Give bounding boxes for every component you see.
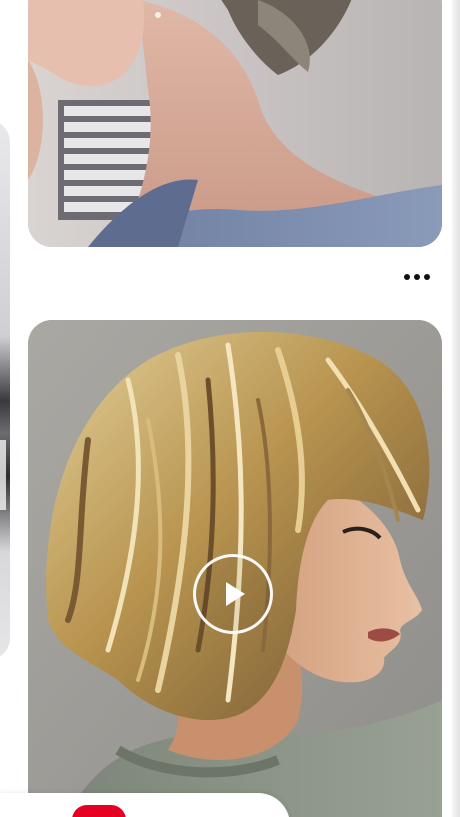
more-horizontal-icon-dot — [414, 274, 420, 280]
pin-image-top[interactable] — [28, 0, 442, 247]
play-icon — [226, 582, 245, 606]
play-video-button[interactable] — [193, 554, 273, 634]
more-horizontal-icon — [404, 274, 410, 280]
more-options-button[interactable] — [398, 262, 436, 292]
bottom-action-bar — [0, 793, 290, 817]
save-button[interactable] — [72, 805, 126, 817]
right-edge-pin — [452, 0, 460, 817]
side-pin-thumbnail[interactable] — [0, 120, 10, 660]
pin-image-top-photo — [28, 0, 442, 247]
more-horizontal-icon-dot — [424, 274, 430, 280]
pin-feed — [0, 0, 460, 817]
